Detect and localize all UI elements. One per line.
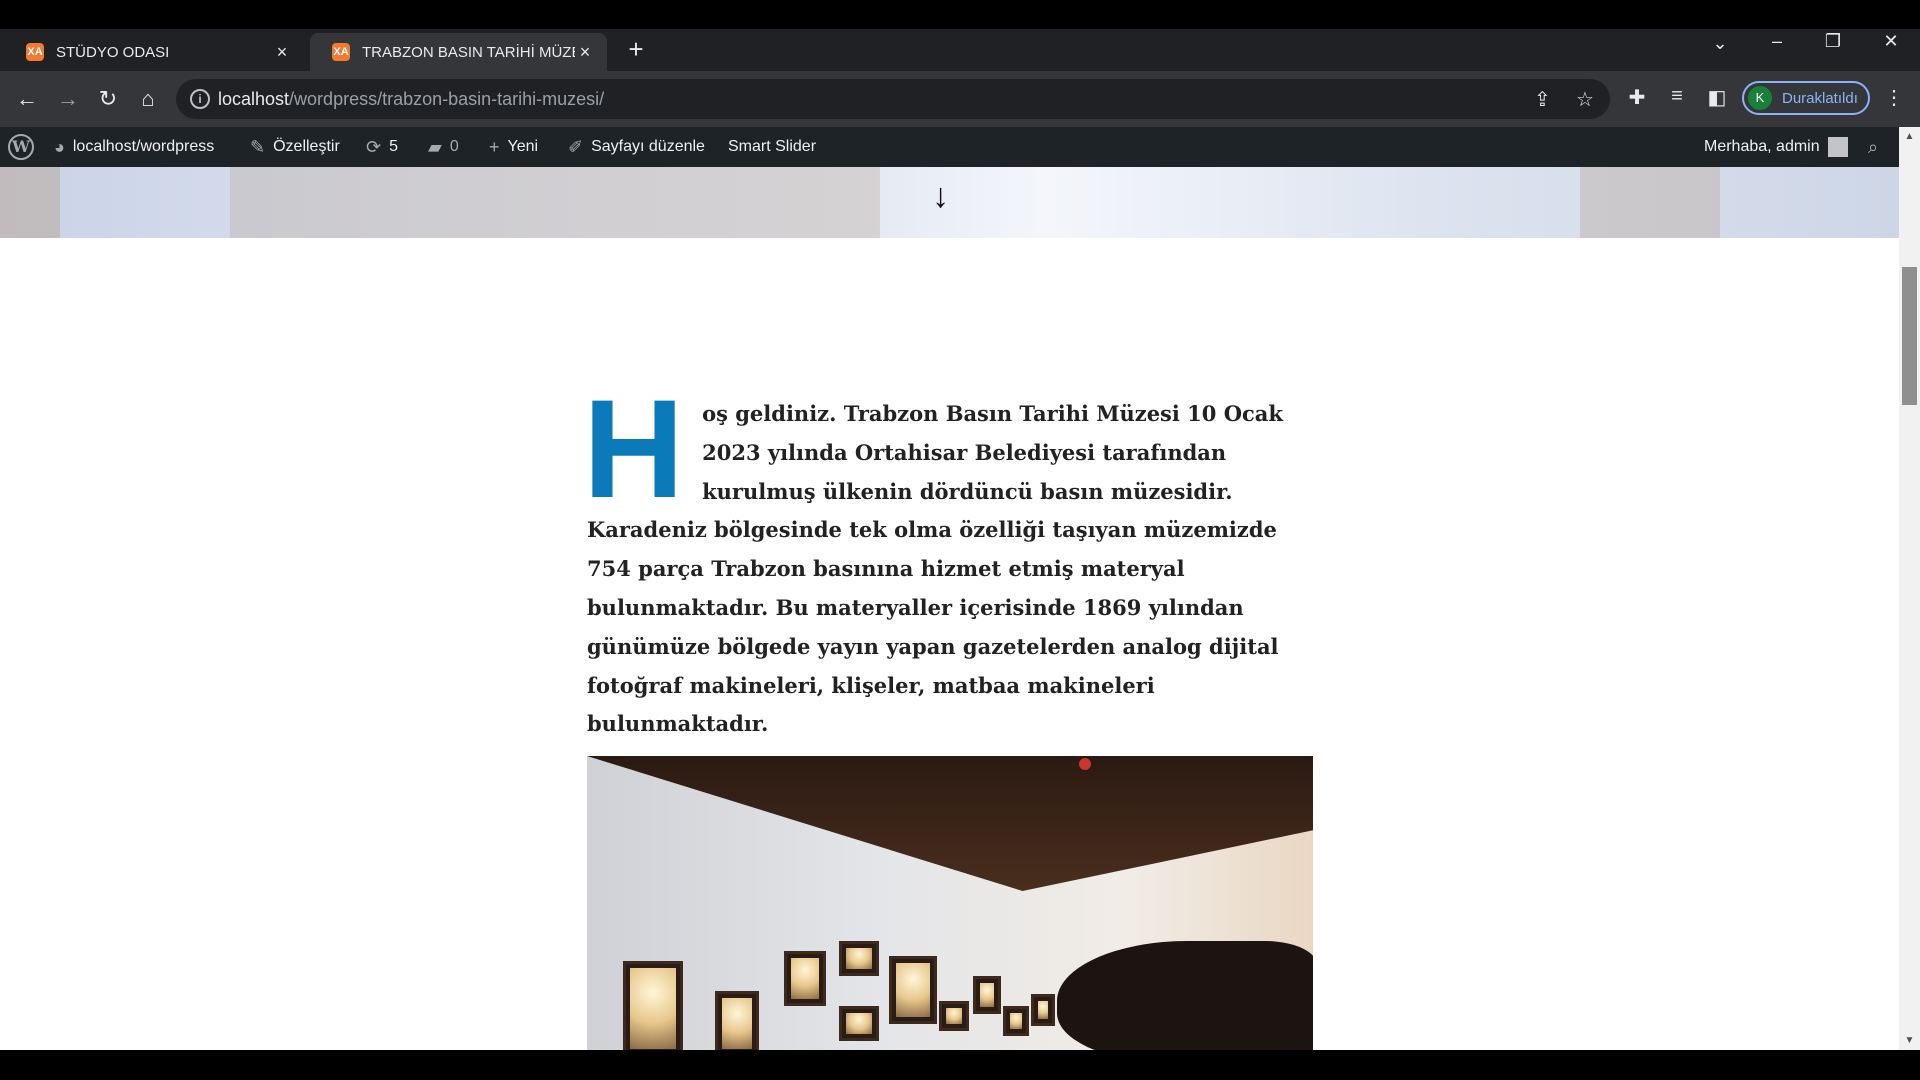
- comment-bubble-icon: ▰: [428, 136, 442, 157]
- pencil-icon: ✐: [568, 136, 584, 157]
- display-case: [715, 991, 759, 1050]
- scroll-down-arrow-icon[interactable]: ▼: [1899, 1035, 1920, 1046]
- customize-link[interactable]: ✎ Özelleştir: [250, 127, 340, 167]
- new-label: Yeni: [507, 138, 539, 155]
- photo-lamp: [1079, 758, 1091, 770]
- side-panel-icon[interactable]: ◧: [1703, 85, 1731, 110]
- restore-icon[interactable]: ❐: [1818, 31, 1848, 52]
- new-content-link[interactable]: + Yeni: [489, 127, 538, 167]
- greeting-label: Merhaba, admin: [1704, 138, 1820, 155]
- home-icon[interactable]: ⌂: [134, 85, 162, 113]
- close-icon[interactable]: ×: [272, 42, 292, 63]
- site-name-link[interactable]: ◕ localhost/wordpress: [54, 127, 214, 167]
- wp-admin-bar: W ◕ localhost/wordpress ✎ Özelleştir ⟳ 5…: [0, 127, 1920, 167]
- display-case: [839, 941, 879, 976]
- extensions-puzzle-icon[interactable]: ✚: [1623, 85, 1651, 110]
- bookmark-star-icon[interactable]: ☆: [1576, 87, 1594, 112]
- display-case: [973, 976, 1001, 1014]
- hero-building-shape: [1580, 167, 1720, 238]
- screen: XA STÜDYO ODASI × XA TRABZON BASIN TARİH…: [0, 0, 1920, 1080]
- comments-count: 0: [449, 138, 459, 155]
- wall-map-silhouette: [1057, 941, 1313, 1050]
- address-bar[interactable]: i localhost/wordpress/trabzon-basin-tari…: [176, 79, 1610, 119]
- new-tab-button[interactable]: +: [622, 36, 650, 62]
- xampp-favicon-icon: XA: [26, 43, 44, 61]
- my-account-link[interactable]: Merhaba, admin: [1704, 127, 1848, 167]
- wordpress-logo-icon: W: [8, 134, 34, 160]
- window-close-icon[interactable]: ✕: [1876, 31, 1906, 52]
- edit-page-label: Sayfayı düzenle: [591, 138, 705, 155]
- scrollbar-thumb[interactable]: [1902, 267, 1917, 405]
- hero-image: ↓: [0, 167, 1899, 238]
- xampp-favicon-icon: XA: [332, 43, 350, 61]
- article-body: H oş geldiniz. Trabzon Basın Tarihi Müze…: [583, 379, 1313, 744]
- scroll-down-arrow-icon[interactable]: ↓: [932, 179, 949, 213]
- customize-label: Özelleştir: [273, 138, 340, 155]
- scroll-up-arrow-icon[interactable]: ▲: [1899, 131, 1920, 142]
- minimize-icon[interactable]: –: [1762, 31, 1792, 52]
- tab-studyo-odasi[interactable]: XA STÜDYO ODASI ×: [4, 33, 304, 71]
- wp-logo-button[interactable]: W: [8, 127, 34, 167]
- page-scrollbar[interactable]: ▲ ▼: [1899, 127, 1920, 1050]
- hero-building-shape: [230, 167, 880, 238]
- url-text[interactable]: localhost/wordpress/trabzon-basin-tarihi…: [218, 89, 604, 110]
- display-case: [939, 1001, 969, 1031]
- hero-building-shape: [0, 167, 60, 238]
- updates-count: 5: [389, 138, 398, 155]
- display-case: [839, 1006, 879, 1041]
- edit-page-link[interactable]: ✐ Sayfayı düzenle: [568, 127, 705, 167]
- comments-link[interactable]: ▰ 0: [428, 127, 459, 167]
- smart-slider-link[interactable]: Smart Slider: [728, 127, 816, 167]
- reload-icon[interactable]: ↻: [94, 85, 122, 113]
- profile-avatar: K: [1748, 86, 1772, 110]
- display-case: [1003, 1006, 1029, 1036]
- display-case: [623, 961, 683, 1050]
- smart-slider-label: Smart Slider: [728, 138, 817, 155]
- tab-search-chevron-icon[interactable]: ⌄: [1705, 33, 1735, 54]
- reading-list-icon[interactable]: ≡: [1663, 85, 1691, 108]
- plus-icon: +: [489, 136, 500, 157]
- search-button[interactable]: ⌕: [1868, 127, 1886, 167]
- updates-icon: ⟳: [366, 136, 382, 157]
- browser-toolbar: ← → ↻ ⌂ i localhost/wordpress/trabzon-ba…: [0, 71, 1920, 127]
- museum-photo: [587, 756, 1313, 1050]
- display-case: [1031, 994, 1055, 1026]
- site-info-icon[interactable]: i: [190, 89, 210, 109]
- brush-icon: ✎: [250, 136, 266, 157]
- site-name-label: localhost/wordpress: [72, 138, 215, 155]
- avatar: [1827, 137, 1848, 157]
- tab-trabzon-basin[interactable]: XA TRABZON BASIN TARİHİ MÜZES ×: [310, 33, 607, 71]
- dashboard-icon: ◕: [54, 136, 65, 157]
- display-case: [784, 951, 826, 1006]
- tab-title: STÜDYO ODASI: [56, 43, 170, 61]
- menu-kebab-icon[interactable]: ⋮: [1880, 85, 1908, 110]
- tab-strip: XA STÜDYO ODASI × XA TRABZON BASIN TARİH…: [0, 29, 1920, 71]
- profile-button[interactable]: K Duraklatıldı: [1742, 81, 1870, 115]
- display-case: [889, 956, 937, 1024]
- drop-cap: H: [583, 370, 685, 527]
- tab-title: TRABZON BASIN TARİHİ MÜZES: [362, 43, 575, 61]
- back-arrow-icon[interactable]: ←: [13, 85, 41, 113]
- page-viewport: ↓ H oş geldiniz. Trabzon Basın Tarihi Mü…: [0, 167, 1899, 1050]
- article-paragraph: oş geldiniz. Trabzon Basın Tarihi Müzesi…: [587, 401, 1283, 737]
- share-icon[interactable]: ⇪: [1534, 87, 1551, 112]
- forward-arrow-icon[interactable]: →: [54, 85, 82, 113]
- updates-link[interactable]: ⟳ 5: [366, 127, 398, 167]
- profile-label: Duraklatıldı: [1782, 89, 1858, 107]
- close-icon[interactable]: ×: [575, 42, 595, 63]
- search-icon: ⌕: [1868, 136, 1879, 157]
